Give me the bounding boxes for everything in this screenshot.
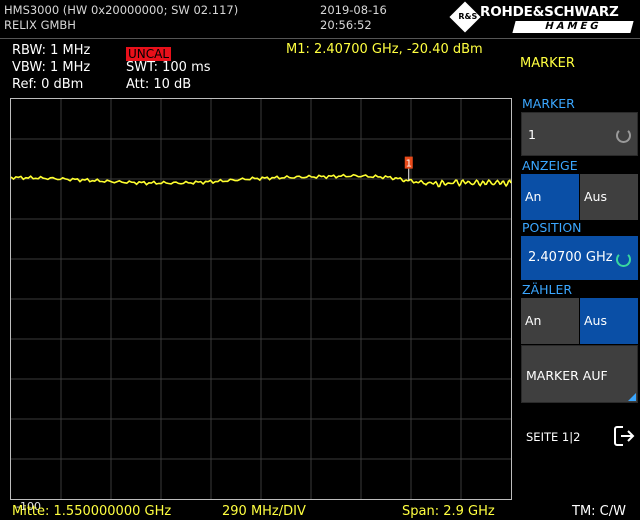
vbw-readout: VBW: 1 MHz xyxy=(12,60,91,75)
owner-info: RELIX GMBH xyxy=(4,18,76,32)
zaehler-section-label: ZÄHLER xyxy=(522,282,573,297)
trace-mode: TM: C/W xyxy=(572,504,626,519)
zaehler-off-option[interactable]: Aus xyxy=(580,298,638,344)
marker-auf-label: MARKER AUF xyxy=(526,368,608,383)
marker-auf-button[interactable]: MARKER AUF xyxy=(521,345,638,403)
position-value: 2.40700 GHz xyxy=(528,250,613,265)
anzeige-section-label: ANZEIGE xyxy=(522,158,578,173)
swt-readout: SWT: 100 ms xyxy=(126,60,211,75)
device-info: HMS3000 (HW 0x20000000; SW 02.117) xyxy=(4,3,239,17)
rotary-knob-icon xyxy=(616,252,631,267)
brand-name: ROHDE&SCHWARZ xyxy=(480,4,619,20)
span-readout: Span: 2.9 GHz xyxy=(402,504,495,519)
position-section-label: POSITION xyxy=(522,220,582,235)
anzeige-toggle[interactable]: An Aus xyxy=(521,174,638,220)
marker-readout: M1: 2.40700 GHz, -20.40 dBm xyxy=(286,42,483,57)
zaehler-on-option[interactable]: An xyxy=(521,298,579,344)
panel-title: MARKER xyxy=(520,56,575,71)
page-indicator: SEITE 1|2 xyxy=(526,430,581,444)
position-button[interactable]: 2.40700 GHz xyxy=(521,236,638,280)
anzeige-on-option[interactable]: An xyxy=(521,174,579,220)
marker-select-button[interactable]: 1 xyxy=(521,112,638,156)
marker-select-value: 1 xyxy=(528,127,536,142)
ref-readout: Ref: 0 dBm xyxy=(12,77,84,92)
span-per-division: 290 MHz/DIV xyxy=(222,504,306,519)
marker-flag-label: 1 xyxy=(406,159,412,170)
rbw-readout: RBW: 1 MHz xyxy=(12,43,91,58)
submenu-corner-icon xyxy=(628,393,636,401)
header-divider xyxy=(0,38,640,39)
att-readout: Att: 10 dB xyxy=(126,77,192,92)
date: 2019-08-16 xyxy=(320,3,387,17)
brand-sub: HAMEG xyxy=(512,21,634,33)
brand-logo: R&S ROHDE&SCHWARZ HAMEG xyxy=(449,1,636,36)
brand-mark-icon: R&S xyxy=(449,1,481,33)
rotary-knob-icon xyxy=(616,128,631,143)
zaehler-toggle[interactable]: An Aus xyxy=(521,298,638,344)
time: 20:56:52 xyxy=(320,18,372,32)
anzeige-off-option[interactable]: Aus xyxy=(580,174,638,220)
spectrum-plot[interactable]: 1 xyxy=(10,98,512,500)
next-page-icon[interactable] xyxy=(612,424,636,448)
marker-section-label: MARKER xyxy=(522,96,575,111)
center-frequency: Mitte: 1.550000000 GHz xyxy=(12,504,172,519)
